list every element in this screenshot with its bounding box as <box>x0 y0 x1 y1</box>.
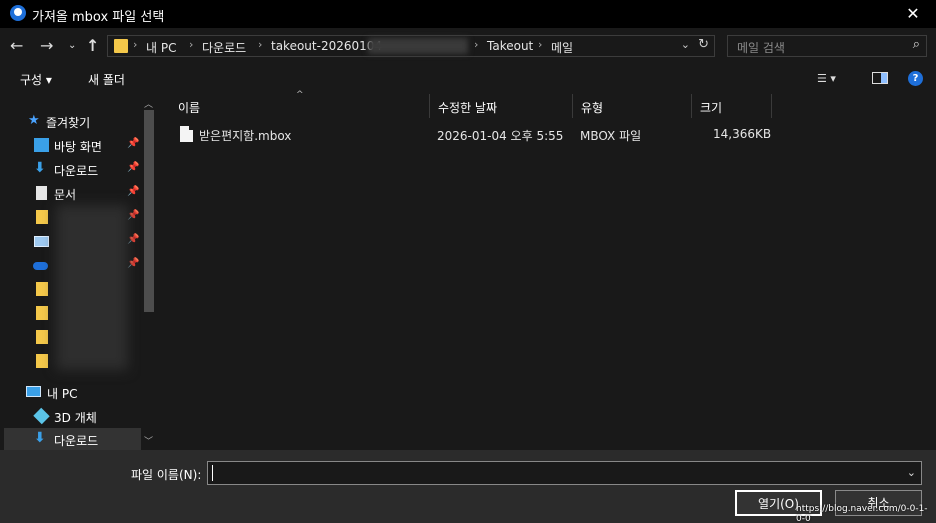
breadcrumb-downloads[interactable]: 다운로드 <box>202 39 246 56</box>
folder-icon <box>36 282 48 296</box>
breadcrumb-this-pc[interactable]: 내 PC <box>146 39 176 56</box>
redacted-region <box>368 38 468 54</box>
computer-icon <box>26 386 41 397</box>
redacted-region <box>56 205 128 370</box>
sidebar-item-label: 다운로드 <box>54 434 99 448</box>
back-arrow-icon[interactable]: ← <box>10 37 23 55</box>
file-modified: 2026-01-04 오후 5:55 <box>437 129 564 143</box>
search-placeholder: 메일 검색 <box>737 41 785 55</box>
chevron-down-icon[interactable]: ⌄ <box>907 466 916 479</box>
sidebar-item-this-pc[interactable]: 내 PC <box>0 381 140 403</box>
file-list: 이름 ^ 수정한 날짜 유형 크기 받은편지함.mbox 2026-01-04 … <box>158 90 936 450</box>
sidebar-item-label: 내 PC <box>47 387 78 401</box>
chevron-right-icon: › <box>474 38 479 51</box>
file-icon <box>180 126 193 142</box>
breadcrumb-mail[interactable]: 메일 <box>551 39 573 56</box>
download-icon: ⬇ <box>34 430 46 446</box>
download-icon: ⬇ <box>34 160 46 176</box>
sidebar-item-label: 다운로드 <box>54 164 99 178</box>
file-type: MBOX 파일 <box>580 129 642 143</box>
scrollbar-thumb[interactable] <box>144 110 154 312</box>
column-label: 유형 <box>581 101 604 115</box>
folder-icon <box>36 210 48 224</box>
chevron-down-icon[interactable]: ⌄ <box>681 38 690 51</box>
folder-icon <box>36 306 48 320</box>
sidebar-item-desktop[interactable]: 바탕 화면 📌 <box>0 134 140 156</box>
help-icon[interactable]: ? <box>908 71 923 86</box>
chevron-right-icon: › <box>258 38 263 51</box>
breadcrumb-takeout-folder[interactable]: takeout-20260104 <box>271 39 382 53</box>
sidebar-item-label: 3D 개체 <box>54 411 97 425</box>
folder-icon <box>36 354 48 368</box>
pin-icon: 📌 <box>127 138 140 149</box>
window-title: 가져올 mbox 파일 선택 <box>32 10 165 25</box>
forward-arrow-icon[interactable]: → <box>40 37 53 55</box>
filename-label: 파일 이름(N): <box>131 468 202 482</box>
column-label: 수정한 날짜 <box>438 101 498 115</box>
column-header-type[interactable]: 유형 <box>573 94 692 118</box>
new-folder-button[interactable]: 새 폴더 <box>88 71 125 88</box>
chevron-down-icon[interactable]: ⌄ <box>68 37 76 55</box>
chevron-right-icon: › <box>133 38 138 51</box>
sidebar-item-label: 즐겨찾기 <box>46 116 91 130</box>
sidebar-item-quick-access[interactable]: ★ 즐겨찾기 <box>0 110 140 132</box>
folder-icon <box>36 330 48 344</box>
column-header-modified[interactable]: 수정한 날짜 <box>430 94 573 118</box>
chevron-right-icon: › <box>189 38 194 51</box>
star-icon: ★ <box>28 113 40 128</box>
view-options-icon[interactable]: ☰ ▾ <box>817 72 851 86</box>
column-header-size[interactable]: 크기 <box>692 94 772 118</box>
column-label: 이름 <box>178 101 201 115</box>
pin-icon: 📌 <box>127 162 140 173</box>
app-icon <box>10 5 26 21</box>
document-icon <box>36 186 47 200</box>
sort-ascending-icon: ^ <box>296 90 304 100</box>
picture-icon <box>34 236 49 247</box>
watermark: https://blog.naver.com/0-0-1-0-0 <box>796 504 928 523</box>
sidebar-item-downloads-pc[interactable]: ⬇ 다운로드 <box>4 428 141 450</box>
sidebar-item-label: 바탕 화면 <box>54 140 102 154</box>
search-icon: ⌕ <box>912 37 920 52</box>
pin-icon: 📌 <box>127 258 140 269</box>
chevron-up-icon[interactable]: ︿ <box>144 97 153 110</box>
cloud-icon <box>33 262 48 270</box>
folder-icon <box>114 39 128 53</box>
organize-button[interactable]: 구성 ▾ <box>20 71 52 88</box>
sidebar-item-3d-objects[interactable]: 3D 개체 <box>0 405 140 427</box>
address-bar[interactable]: › 내 PC › 다운로드 › takeout-20260104 › Takeo… <box>107 35 715 57</box>
pin-icon: 📌 <box>127 186 140 197</box>
up-arrow-icon[interactable]: ↑ <box>86 37 99 55</box>
sidebar-item-label: 문서 <box>54 188 77 202</box>
chevron-down-icon[interactable]: ﹀ <box>144 434 153 447</box>
refresh-icon[interactable]: ↻ <box>698 37 709 52</box>
text-caret <box>212 465 213 481</box>
close-icon[interactable]: ✕ <box>890 0 936 28</box>
search-box[interactable]: 메일 검색 ⌕ <box>727 35 927 57</box>
sidebar-scrollbar[interactable]: ︿ ﹀ <box>141 94 158 450</box>
pin-icon: 📌 <box>127 234 140 245</box>
breadcrumb-takeout[interactable]: Takeout <box>487 39 533 53</box>
chevron-right-icon: › <box>538 38 543 51</box>
column-label: 크기 <box>700 101 723 115</box>
table-row[interactable]: 받은편지함.mbox 2026-01-04 오후 5:55 MBOX 파일 14… <box>170 124 772 146</box>
sidebar-item-downloads[interactable]: ⬇ 다운로드 📌 <box>0 158 140 180</box>
title-bar: 가져올 mbox 파일 선택 ✕ <box>0 0 936 28</box>
filename-input[interactable]: ⌄ <box>207 461 922 485</box>
pin-icon: 📌 <box>127 210 140 221</box>
toolbar <box>0 64 936 94</box>
sidebar-item-documents[interactable]: 문서 📌 <box>0 182 140 204</box>
3d-objects-icon <box>33 407 50 425</box>
desktop-icon <box>34 138 49 152</box>
preview-pane-icon[interactable] <box>872 72 888 84</box>
file-size: 14,366KB <box>713 127 772 141</box>
file-name: 받은편지함.mbox <box>199 129 292 143</box>
